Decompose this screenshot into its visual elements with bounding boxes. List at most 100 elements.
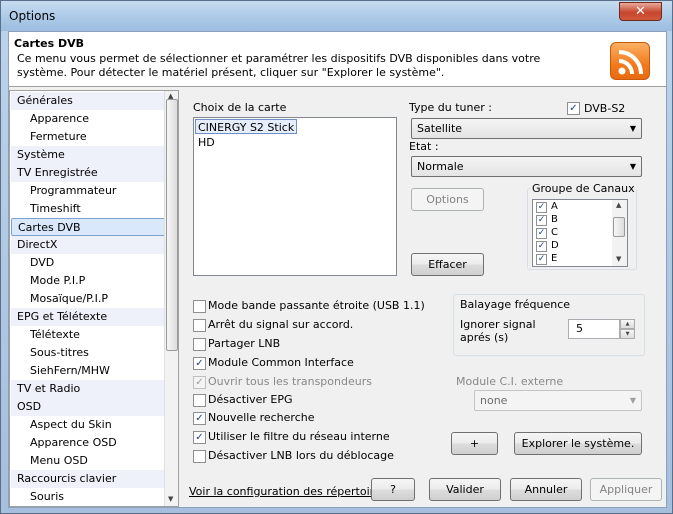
sidebar-item[interactable]: DVD — [11, 254, 166, 272]
option-checkbox[interactable]: ✓ — [193, 357, 206, 370]
scroll-thumb[interactable] — [613, 217, 625, 237]
cancel-button[interactable]: Annuler — [510, 478, 582, 501]
tuner-type-value: Satellite — [417, 122, 463, 135]
sidebar-scrollbar[interactable]: ▲ ▼ — [164, 91, 178, 506]
title-bar[interactable]: Options ✕ — [1, 1, 672, 31]
ci-module-label: Module C.I. externe — [456, 375, 564, 388]
chevron-down-icon: ▼ — [629, 162, 636, 171]
option-checkbox[interactable] — [193, 319, 206, 332]
sidebar-item[interactable]: TV et Radio — [11, 380, 166, 398]
sidebar-item[interactable]: Menu OSD — [11, 452, 166, 470]
channel-groups-list[interactable]: ✓ A ✓ B ✓ C ✓ D ✓ E ▲ ▼ — [532, 199, 628, 267]
rss-icon — [610, 42, 650, 80]
add-button[interactable]: + — [451, 432, 498, 455]
sidebar-item[interactable]: Fermeture — [11, 128, 166, 146]
sidebar-item[interactable]: Cartes DVB — [11, 218, 166, 236]
card-list-label: Choix de la carte — [193, 101, 287, 114]
sidebar-item[interactable]: Système — [11, 146, 166, 164]
chevron-down-icon: ▼ — [629, 124, 636, 133]
stepper-up-icon[interactable]: ▲ — [620, 319, 635, 329]
sidebar-item[interactable]: Raccourcis clavier — [11, 470, 166, 488]
close-button[interactable]: ✕ — [619, 2, 662, 21]
option-label: Utiliser le filtre du réseau interne — [208, 430, 390, 443]
sidebar-item[interactable]: Souris — [11, 488, 166, 506]
option-label: Module Common Interface — [208, 356, 354, 369]
sidebar-item[interactable]: Apparence OSD — [11, 434, 166, 452]
options-window: Options ✕ Cartes DVB Ce menu vous permet… — [0, 0, 673, 514]
channel-group-checkbox[interactable]: ✓ — [536, 241, 547, 252]
scroll-down-icon[interactable]: ▼ — [616, 255, 621, 263]
client-area: Cartes DVB Ce menu vous permet de sélect… — [8, 31, 667, 508]
channel-group-label: D — [551, 240, 559, 251]
option-label: Nouvelle recherche — [208, 411, 315, 424]
scan-group-label: Balayage fréquence — [460, 298, 571, 311]
option-checkbox[interactable]: ✓ — [193, 376, 206, 389]
sidebar-item[interactable]: SiehFern/MHW — [11, 362, 166, 380]
option-label: Ouvrir tous les transpondeurs — [208, 375, 372, 388]
option-label: Partager LNB — [208, 337, 281, 350]
dvbs2-label: DVB-S2 — [584, 102, 626, 115]
option-label: Arrêt du signal sur accord. — [208, 318, 354, 331]
tuner-type-label: Type du tuner : — [409, 101, 492, 114]
option-checkbox[interactable] — [193, 450, 206, 463]
channel-group-label: C — [551, 227, 558, 238]
state-label: Etat : — [409, 140, 439, 153]
scroll-thumb[interactable] — [166, 99, 178, 351]
sidebar-item[interactable]: Sous-titres — [11, 344, 166, 362]
state-value: Normale — [417, 160, 464, 173]
channel-group-checkbox[interactable]: ✓ — [536, 202, 547, 213]
scroll-up-icon[interactable]: ▲ — [616, 201, 621, 209]
explore-system-button[interactable]: Explorer le système. — [514, 432, 642, 455]
channel-group-checkbox[interactable]: ✓ — [536, 254, 547, 265]
stepper-down-icon[interactable]: ▼ — [620, 329, 635, 339]
sidebar-item[interactable]: Timeshift — [11, 200, 166, 218]
dvbs2-checkbox[interactable]: ✓ — [567, 102, 580, 115]
option-checkbox[interactable] — [193, 300, 206, 313]
option-checkbox[interactable] — [193, 338, 206, 351]
help-button[interactable]: ? — [371, 478, 415, 501]
sidebar-item[interactable]: EPG et Télétexte — [11, 308, 166, 326]
ok-button[interactable]: Valider — [429, 478, 501, 501]
option-label: Désactiver LNB lors du déblocage — [208, 449, 394, 462]
close-icon: ✕ — [635, 4, 646, 19]
channel-group-checkbox[interactable]: ✓ — [536, 228, 547, 239]
state-select[interactable]: Normale ▼ — [411, 156, 642, 177]
channel-group-label: A — [551, 201, 558, 212]
sidebar-item[interactable]: DirectX — [11, 236, 166, 254]
scroll-down-icon[interactable]: ▼ — [168, 495, 173, 503]
card-list-item[interactable]: CINERGY S2 Stick HD — [195, 119, 297, 149]
sidebar-item[interactable]: Télétexte — [11, 326, 166, 344]
option-checkbox[interactable] — [193, 394, 206, 407]
sidebar-nav: Générales Apparence Fermeture Système TV Enr… — [9, 90, 179, 507]
sidebar-item[interactable]: TV Enregistrée — [11, 164, 166, 182]
channel-groups-label: Groupe de Canaux — [531, 182, 636, 195]
page-header: Cartes DVB Ce menu vous permet de sélect… — [9, 32, 666, 87]
sidebar-item[interactable]: OSD — [11, 398, 166, 416]
option-label: Désactiver EPG — [208, 393, 293, 406]
clear-button[interactable]: Effacer — [411, 253, 484, 276]
sidebar-item[interactable]: Aspect du Skin — [11, 416, 166, 434]
sidebar-item[interactable]: Mode P.I.P — [11, 272, 166, 290]
options-button[interactable]: Options — [411, 188, 484, 211]
sidebar-item[interactable]: Générales — [11, 92, 166, 110]
apply-button[interactable]: Appliquer — [590, 478, 662, 501]
directories-config-link[interactable]: Voir la configuration des répertoires — [189, 485, 386, 498]
sidebar-item[interactable]: Mosaïque/P.I.P — [11, 290, 166, 308]
channel-group-checkbox[interactable]: ✓ — [536, 215, 547, 226]
sidebar-item[interactable]: Programmateur — [11, 182, 166, 200]
ignore-signal-label: Ignorer signal aprés (s) — [460, 318, 536, 344]
ci-module-select[interactable]: none ▼ — [474, 390, 642, 411]
card-list[interactable]: CINERGY S2 Stick HD — [193, 117, 397, 276]
ignore-signal-input[interactable]: 5 — [568, 319, 620, 339]
channel-groups-scrollbar[interactable]: ▲ ▼ — [612, 200, 627, 266]
option-checkbox[interactable]: ✓ — [193, 431, 206, 444]
chevron-down-icon: ▼ — [629, 396, 636, 405]
page-title: Cartes DVB — [14, 37, 85, 50]
channel-group-label: E — [551, 253, 558, 264]
channel-group-label: B — [551, 214, 558, 225]
page-description: Ce menu vous permet de sélectionner et p… — [17, 52, 541, 79]
tuner-type-select[interactable]: Satellite ▼ — [411, 118, 642, 139]
sidebar-item[interactable]: Apparence — [11, 110, 166, 128]
ignore-signal-stepper[interactable]: ▲ ▼ — [620, 319, 635, 339]
option-checkbox[interactable]: ✓ — [193, 412, 206, 425]
